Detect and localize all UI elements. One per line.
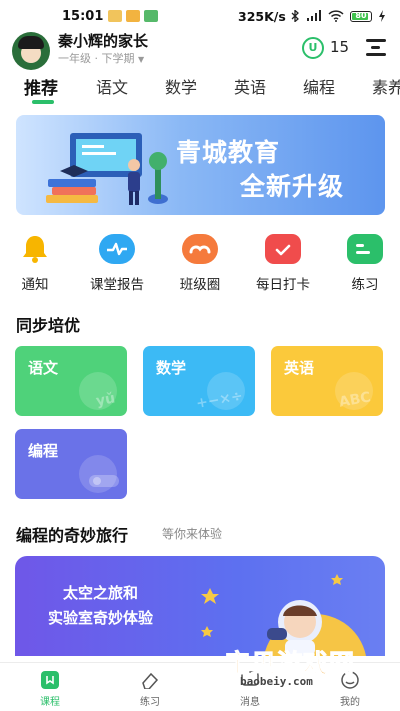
menu-icon[interactable] (366, 37, 386, 57)
promo-banner[interactable]: 青城教育 全新升级 (16, 115, 385, 215)
shortcut-notification[interactable]: 通知 (0, 234, 75, 293)
practice-icon (347, 234, 383, 264)
banner-title-line1: 青城教育 (176, 138, 281, 167)
shortcut-label: 课堂报告 (90, 277, 144, 293)
shortcut-class-circle[interactable]: 班级圈 (160, 234, 240, 293)
shortcut-practice[interactable]: 练习 (325, 234, 400, 293)
wifi-icon (328, 10, 344, 22)
status-time: 15:01 (62, 9, 104, 24)
eraser-icon (140, 671, 160, 690)
watermark-url: baobeiy.com (240, 675, 313, 688)
notification-icon (108, 10, 122, 22)
subject-card-chinese[interactable]: 语文 yǔ (15, 346, 127, 416)
grade-selector[interactable]: 一年级 · 下学期 ▼ (58, 50, 144, 66)
shortcut-label: 通知 (21, 277, 49, 293)
shortcut-label: 每日打卡 (256, 277, 310, 293)
notification-icon (126, 10, 140, 22)
section-subtitle-coding: 等你来体验 (162, 527, 223, 541)
shortcut-class-report[interactable]: 课堂报告 (77, 234, 157, 293)
nav-label: 练习 (140, 697, 160, 708)
course-icon (40, 671, 60, 689)
status-app-icons (108, 10, 158, 22)
shortcut-daily-checkin[interactable]: 每日打卡 (243, 234, 323, 293)
promo-line1: 太空之旅和 (63, 584, 139, 602)
grade-label: 一年级 · 下学期 (58, 52, 135, 65)
report-icon (99, 234, 135, 264)
avatar[interactable] (12, 32, 50, 70)
nav-course[interactable]: 课程 (20, 671, 80, 708)
subject-label: 英语 (284, 359, 315, 377)
subject-tabs: 推荐 语文 数学 英语 编程 素养 (0, 74, 400, 104)
bluetooth-icon (291, 10, 299, 22)
user-name[interactable]: 秦小辉的家长 (58, 30, 148, 51)
coin-icon[interactable]: U (302, 37, 324, 59)
shortcut-grid: 通知 课堂报告 班级圈 每日打卡 练习 (0, 234, 400, 294)
signal-icon (307, 10, 321, 21)
charging-icon (379, 10, 385, 22)
tab-recommend[interactable]: 推荐 (24, 74, 58, 99)
tab-chinese[interactable]: 语文 (96, 74, 128, 98)
banner-title-line2: 全新升级 (240, 172, 345, 201)
banner-illustration (46, 133, 168, 205)
shortcut-label: 练习 (351, 277, 379, 293)
site-watermark: 宝贝游戏网 baobeiy.com (222, 644, 372, 704)
subject-card-math[interactable]: 数学 +−×÷ (143, 346, 255, 416)
promo-decoration (201, 574, 367, 656)
active-tab-indicator (32, 100, 54, 104)
tab-literacy[interactable]: 素养 (372, 74, 400, 98)
nav-label: 课程 (40, 697, 60, 708)
subject-label: 语文 (28, 359, 59, 377)
shortcut-label: 班级圈 (179, 277, 221, 293)
subject-watermark: yǔ (94, 390, 117, 410)
subject-card-coding[interactable]: 编程 (15, 429, 127, 499)
toggle-decoration-icon (89, 475, 119, 487)
promo-line2: 实验室奇妙体验 (48, 609, 154, 627)
nav-practice[interactable]: 练习 (120, 671, 180, 708)
status-system-icons: 80 (290, 10, 386, 22)
tab-math[interactable]: 数学 (165, 74, 197, 98)
network-speed: 325K/s (238, 9, 286, 24)
coin-count[interactable]: 15 (330, 38, 349, 56)
tab-english[interactable]: 英语 (234, 74, 266, 98)
status-bar: 15:01 325K/s 80 (0, 0, 400, 30)
subject-label: 数学 (156, 359, 187, 377)
chevron-down-icon: ▼ (138, 55, 145, 64)
calendar-check-icon (265, 234, 301, 264)
tab-coding[interactable]: 编程 (303, 74, 335, 98)
bell-icon (17, 234, 53, 264)
section-title-coding: 编程的奇妙旅行 (16, 526, 129, 545)
battery-indicator: 80 (350, 10, 372, 22)
subject-card-english[interactable]: 英语 ABC (271, 346, 383, 416)
subject-label: 编程 (28, 442, 59, 460)
notification-icon (144, 10, 158, 22)
avatar-hair (18, 36, 44, 49)
coding-promo-card[interactable]: 太空之旅和 实验室奇妙体验 (15, 556, 385, 656)
section-title-sync: 同步培优 (16, 316, 81, 335)
app-header: 秦小辉的家长 一年级 · 下学期 ▼ U 15 (0, 28, 400, 70)
class-circle-icon (182, 234, 218, 264)
